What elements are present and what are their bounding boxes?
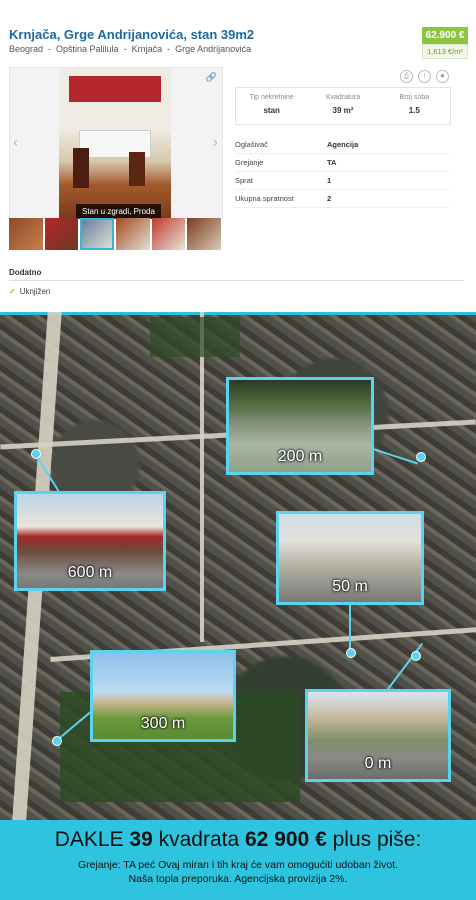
chair — [73, 148, 89, 188]
inset-photo-shops: 600 m — [14, 491, 166, 591]
thumbnail[interactable] — [44, 218, 79, 250]
divider — [9, 280, 464, 281]
extra-item: ✓ Uknjižen — [9, 287, 51, 296]
kitchen-cabinets — [69, 76, 161, 102]
next-arrow-icon[interactable]: › — [213, 134, 218, 152]
spec-rooms: Broj soba 1.5 — [399, 94, 430, 115]
inset-photo-building: 0 m — [305, 689, 451, 782]
banner-description: Grejanje: TA peć Ovaj miran i tih kraj ć… — [77, 859, 398, 885]
inset-photo-canal: 200 m — [226, 377, 374, 475]
banner-headline: DAKLE 39 kvadrata 62 900 € plus piše: — [54, 828, 422, 851]
breadcrumb-city[interactable]: Beograd — [9, 44, 43, 54]
distance-label: 200 m — [277, 448, 323, 465]
location-pin — [411, 651, 421, 661]
photo-gallery[interactable]: ‹ › 🔗 Stan u zgradi, Proda — [9, 67, 223, 219]
check-icon: ✓ — [9, 287, 16, 296]
specs-box: Tip nekretnine stan Kvadratura 39 m² Bro… — [235, 87, 451, 125]
thumbnail[interactable] — [151, 218, 186, 250]
distance-label: 50 m — [332, 578, 368, 595]
distance-label: 600 m — [67, 564, 113, 581]
location-pin — [346, 648, 356, 658]
main-photo[interactable] — [59, 68, 171, 218]
chair — [129, 152, 145, 186]
breadcrumb-street[interactable]: Grge Andrijanovića — [175, 44, 251, 54]
distance-label: 300 m — [140, 715, 186, 732]
thumbnail[interactable] — [9, 218, 43, 250]
detail-row: Sprat 1 — [235, 172, 449, 190]
photo-caption: Stan u zgradi, Proda — [76, 204, 161, 219]
spec-type: Tip nekretnine stan — [249, 94, 294, 115]
detail-row: Grejanje TA — [235, 154, 449, 172]
thumbnail-strip — [9, 218, 222, 250]
breadcrumb: Beograd - Opština Palilula - Krnjača - G… — [9, 44, 252, 54]
breadcrumb-municipality[interactable]: Opština Palilula — [56, 44, 119, 54]
location-pin — [52, 736, 62, 746]
thumbnail-selected[interactable] — [80, 218, 115, 250]
listing-title[interactable]: Krnjača, Grge Andrijanovića, stan 39m2 — [9, 27, 254, 42]
price-box: 62.900 € 1.613 €/m² — [422, 27, 468, 59]
thumbnail[interactable] — [187, 218, 222, 250]
aerial-map: 200 m 600 m 50 m 300 m 0 m — [0, 312, 476, 820]
star-icon[interactable]: ★ — [436, 70, 449, 83]
inset-photo-church: 300 m — [90, 650, 236, 742]
detail-row: Oglašivač Agencija — [235, 136, 449, 154]
print-icon[interactable]: ⎙ — [400, 70, 413, 83]
map-border — [0, 312, 476, 315]
details-table: Oglašivač Agencija Grejanje TA Sprat 1 U… — [235, 136, 449, 208]
location-pin — [416, 452, 426, 462]
extra-heading: Dodatno — [9, 268, 42, 277]
price-badge: 62.900 € — [422, 27, 468, 44]
link-icon[interactable]: 🔗 — [206, 72, 217, 83]
prev-arrow-icon[interactable]: ‹ — [13, 134, 18, 152]
breadcrumb-area[interactable]: Krnjača — [132, 44, 163, 54]
spec-area: Kvadratura 39 m² — [325, 94, 361, 115]
thumbnail[interactable] — [116, 218, 150, 250]
detail-row: Ukupna spratnost 2 — [235, 190, 449, 208]
location-pin — [31, 449, 41, 459]
price-per-m2: 1.613 €/m² — [422, 44, 468, 59]
inset-photo-street: 50 m — [276, 511, 424, 605]
action-icons: ⎙ ! ★ — [400, 70, 449, 83]
listing-panel: Krnjača, Grge Andrijanovića, stan 39m2 B… — [0, 0, 476, 312]
distance-label: 0 m — [364, 755, 392, 772]
green-area — [150, 317, 240, 357]
info-icon[interactable]: ! — [418, 70, 431, 83]
road — [200, 312, 204, 642]
promo-banner: DAKLE 39 kvadrata 62 900 € plus piše: Gr… — [0, 820, 476, 900]
